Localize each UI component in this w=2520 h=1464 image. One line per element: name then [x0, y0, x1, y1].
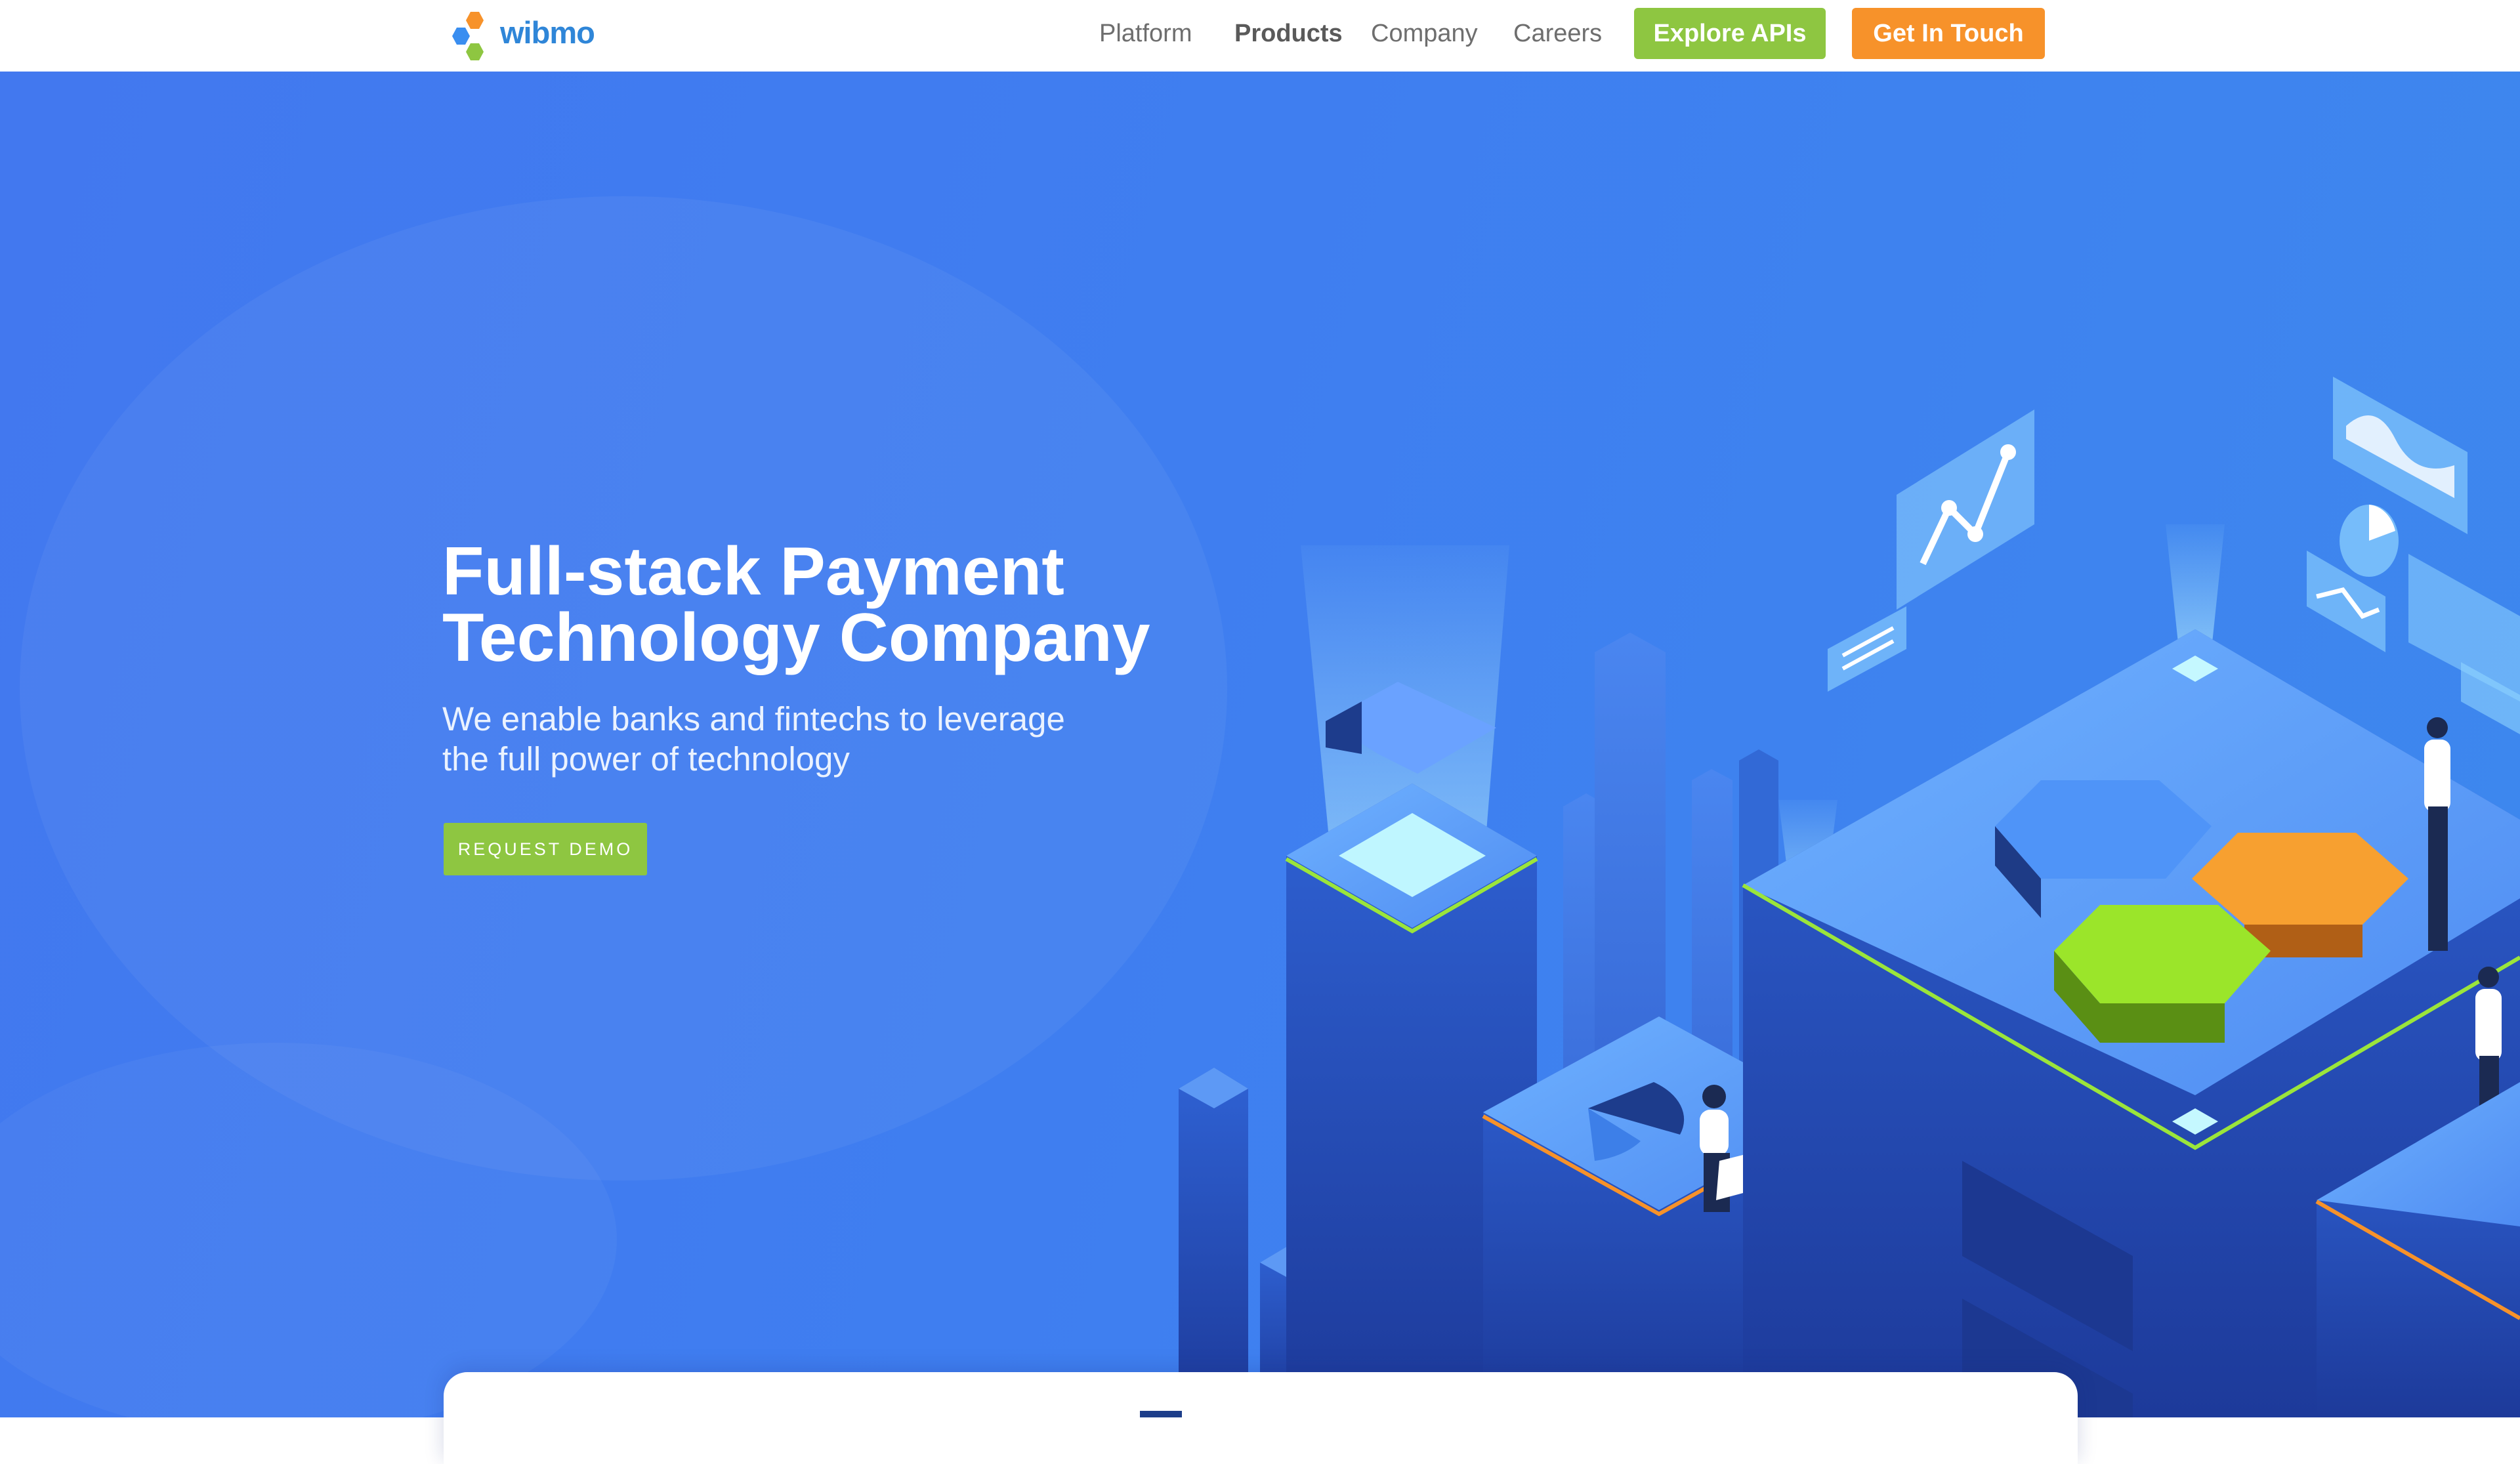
- request-demo-button[interactable]: REQUEST DEMO: [444, 823, 647, 875]
- hero-section: Full-stack Payment Technology Company We…: [0, 72, 2520, 1417]
- nav-products[interactable]: Products: [1234, 20, 1343, 48]
- pie-chart-icon: [2340, 505, 2399, 577]
- hero-headline-line-2: Technology Company: [442, 600, 1150, 676]
- logo-hexagon-blue: [452, 28, 470, 45]
- line-chart-icon: [1897, 409, 2034, 610]
- text-card-icon: [1828, 606, 1906, 692]
- building-tower: [1179, 1068, 1248, 1417]
- get-in-touch-button[interactable]: Get In Touch: [1852, 8, 2045, 59]
- explore-apis-button[interactable]: Explore APIs: [1634, 8, 1826, 59]
- nav-company[interactable]: Company: [1371, 20, 1478, 48]
- logo-hexagon-orange: [466, 12, 484, 29]
- hero-subtext-line-2: the full power of technology: [442, 740, 850, 778]
- brand-name[interactable]: wibmo: [500, 14, 595, 51]
- background-blob: [20, 196, 1227, 1181]
- top-navigation-bar: wibmo Platform Products Company Careers …: [0, 0, 2520, 72]
- card-section-mark: [1140, 1411, 1182, 1417]
- hero-subtext: We enable banks and fintechs to leverage…: [442, 699, 1065, 779]
- standing-person: [2424, 717, 2450, 951]
- content-card: [444, 1372, 2078, 1464]
- nav-platform[interactable]: Platform: [1099, 20, 1192, 48]
- logo-hexagon-green: [466, 43, 484, 60]
- nav-careers[interactable]: Careers: [1513, 20, 1602, 48]
- hero-illustration: [0, 196, 2520, 1417]
- hero-headline: Full-stack Payment Technology Company: [442, 537, 1150, 672]
- hero-subtext-line-1: We enable banks and fintechs to leverage: [442, 700, 1065, 738]
- hero-headline-line-1: Full-stack Payment: [442, 533, 1064, 610]
